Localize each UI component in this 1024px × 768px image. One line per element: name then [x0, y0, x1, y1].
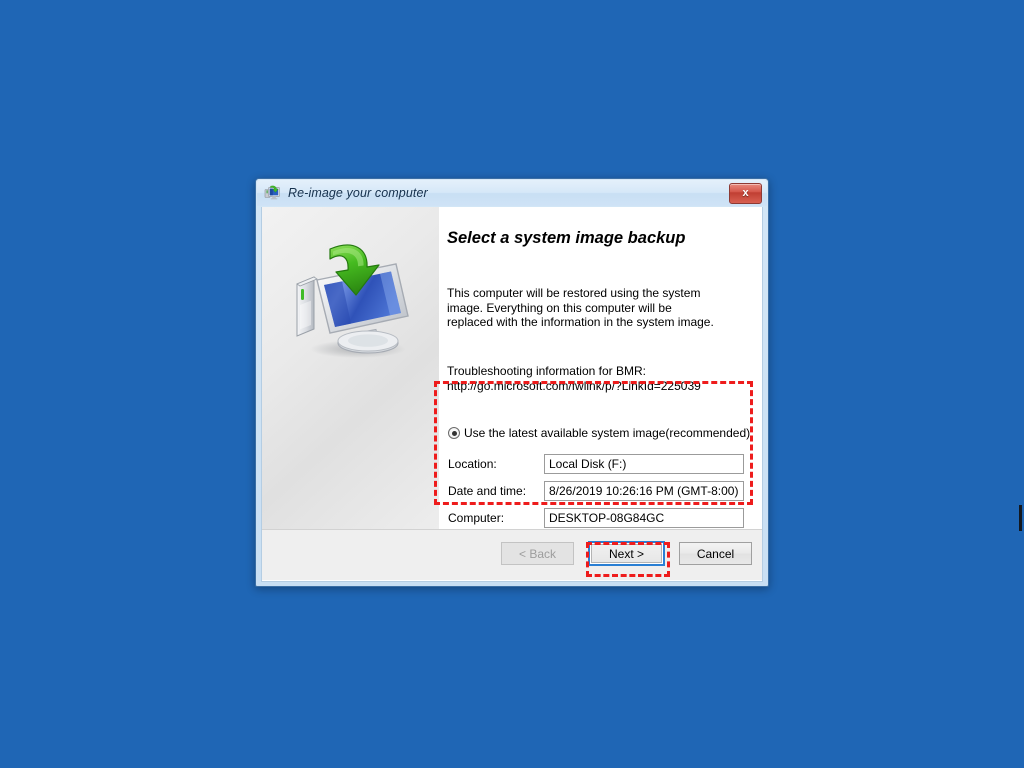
troubleshooting-label: Troubleshooting information for BMR:	[447, 364, 646, 378]
title-bar: Re-image your computer x	[257, 180, 767, 206]
location-value[interactable]: Local Disk (F:)	[544, 453, 744, 474]
radio-latest-image-label: Use the latest available system image(re…	[464, 426, 751, 440]
radio-latest-image[interactable]	[448, 427, 460, 439]
dialog-footer: < Back Next > Cancel	[262, 530, 762, 580]
next-button[interactable]: Next >	[591, 544, 662, 563]
button-bar: < Back Next > Cancel	[501, 541, 752, 566]
close-button[interactable]: x	[729, 183, 762, 204]
content-row: Select a system image backup This comput…	[262, 207, 762, 545]
location-label: Location:	[448, 456, 497, 471]
dialog-client-area: Select a system image backup This comput…	[261, 207, 763, 582]
troubleshooting-info: Troubleshooting information for BMR: htt…	[447, 364, 737, 393]
field-row-computer: Computer: DESKTOP-08G84GC	[448, 507, 744, 528]
window-title: Re-image your computer	[288, 186, 428, 200]
illustration-panel	[262, 207, 439, 529]
content-panel: Select a system image backup This comput…	[439, 207, 762, 545]
monitor-with-green-arrow-illustration	[284, 237, 424, 367]
next-button-focus-ring: Next >	[588, 541, 665, 566]
cancel-button[interactable]: Cancel	[679, 542, 752, 565]
image-details-fields: Location: Local Disk (F:) Date and time:…	[448, 453, 744, 534]
screen-edge-artifact	[1019, 505, 1022, 531]
description-text: This computer will be restored using the…	[447, 286, 714, 330]
reimage-dialog-window: Re-image your computer x Select a system…	[255, 178, 769, 587]
troubleshooting-url: http://go.microsoft.com/fwlink/p/?LinkId…	[447, 378, 701, 393]
back-button[interactable]: < Back	[501, 542, 574, 565]
monitor-restore-icon	[264, 185, 282, 201]
date-time-value[interactable]: 8/26/2019 10:26:16 PM (GMT-8:00)	[544, 480, 744, 501]
page-title: Select a system image backup	[447, 229, 686, 247]
date-time-label: Date and time:	[448, 483, 527, 498]
option-latest-image[interactable]: Use the latest available system image(re…	[448, 426, 750, 440]
field-row-date-time: Date and time: 8/26/2019 10:26:16 PM (GM…	[448, 480, 744, 501]
close-icon: x	[742, 187, 749, 199]
field-row-location: Location: Local Disk (F:)	[448, 453, 744, 474]
computer-value[interactable]: DESKTOP-08G84GC	[544, 507, 744, 528]
dialog-frame: Re-image your computer x Select a system…	[256, 179, 768, 586]
computer-label: Computer:	[448, 510, 505, 525]
